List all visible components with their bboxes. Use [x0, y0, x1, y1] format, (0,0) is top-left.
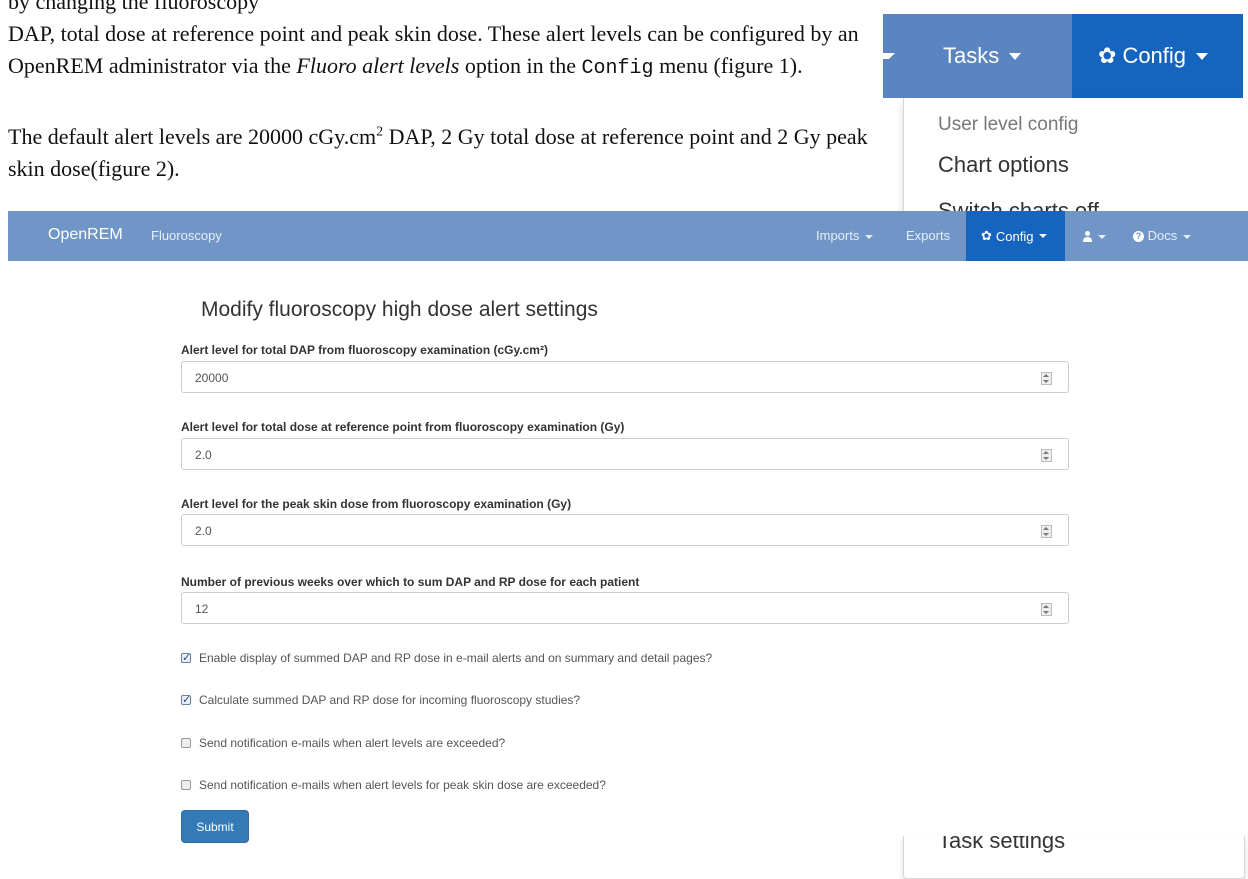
checkbox-label: Send notification e-mails when alert lev… [199, 736, 506, 750]
previous-weeks-input[interactable]: 12 [181, 592, 1069, 624]
caret-down-icon [1196, 52, 1209, 60]
checkbox-label: Enable display of summed DAP and RP dose… [199, 651, 713, 665]
caret-down-icon [865, 234, 874, 239]
caret-down-icon [1098, 234, 1106, 239]
checkbox-row[interactable]: Enable display of summed DAP and RP dose… [181, 650, 712, 666]
paragraph-cutoff-line: by changing the fluoroscopy [8, 0, 260, 14]
field-label-dap: Alert level for total DAP from fluorosco… [181, 343, 548, 357]
field-label-reference-point-dose: Alert level for total dose at reference … [181, 420, 625, 434]
menu-item-task-settings[interactable]: Task settings [938, 836, 1065, 854]
caret-down-icon [883, 53, 895, 59]
nav-imports[interactable]: Imports [816, 228, 874, 243]
dropdown-header: User level config [938, 114, 1079, 135]
menu-item-chart-options[interactable]: Chart options [938, 152, 1069, 178]
navbar: OpenREM Fluoroscopy Imports Exports ✿ Co… [8, 211, 1248, 261]
nav-fluoroscopy[interactable]: Fluoroscopy [151, 228, 222, 243]
send-notification-checkbox[interactable] [181, 738, 191, 748]
caret-down-icon [1183, 234, 1192, 239]
field-label-peak-skin-dose: Alert level for the peak skin dose from … [181, 497, 572, 511]
figure-1-config-menu: Tasks ✿ Config User level config Chart o… [883, 14, 1243, 224]
nav-user[interactable] [1083, 228, 1106, 243]
question-circle-icon: ? [1133, 231, 1144, 243]
figure-1-config-menu-button[interactable]: ✿ Config [1072, 14, 1243, 98]
nav-config[interactable]: ✿ Config [966, 211, 1065, 261]
input-value: 20000 [195, 371, 229, 385]
number-spinner-icon[interactable] [1041, 525, 1052, 538]
config-label: Config [1122, 43, 1187, 68]
brand-link[interactable]: OpenREM [48, 226, 123, 244]
number-spinner-icon[interactable] [1041, 372, 1052, 385]
peak-skin-dose-input[interactable]: 2.0 [181, 514, 1069, 546]
submit-button[interactable]: Submit [181, 810, 249, 843]
user-icon [1083, 231, 1092, 243]
checkbox-row[interactable]: Calculate summed DAP and RP dose for inc… [181, 692, 580, 708]
send-skin-dose-notification-checkbox[interactable] [181, 780, 191, 790]
figure-2-screenshot: OpenREM Fluoroscopy Imports Exports ✿ Co… [8, 211, 1248, 836]
enable-summed-display-checkbox[interactable] [181, 651, 191, 664]
paragraph-default-levels: The default alert levels are 20000 cGy.c… [8, 121, 868, 185]
nav-exports[interactable]: Exports [906, 228, 950, 243]
figure-1-tasks-menu[interactable]: Tasks [883, 14, 1022, 98]
menu-option-name: Fluoro alert levels [296, 53, 460, 78]
number-spinner-icon[interactable] [1041, 449, 1052, 462]
field-label-previous-weeks: Number of previous weeks over which to s… [181, 575, 640, 589]
checkbox-row[interactable]: Send notification e-mails when alert lev… [181, 777, 606, 793]
imports-label: Imports [816, 228, 860, 243]
gear-icon: ✿ [981, 228, 992, 243]
checkbox-row[interactable]: Send notification e-mails when alert lev… [181, 735, 505, 751]
config-label: Config [995, 228, 1034, 244]
paragraph-text: menu (figure 1). [653, 53, 803, 78]
dap-alert-input[interactable]: 20000 [181, 361, 1069, 393]
menu-name-code: Config [581, 57, 654, 80]
nav-docs[interactable]: ? Docs [1133, 228, 1192, 243]
checkbox-label: Send notification e-mails when alert lev… [199, 778, 606, 792]
reference-point-dose-input[interactable]: 2.0 [181, 438, 1069, 470]
paragraph-text: option in the [459, 53, 582, 78]
input-value: 2.0 [195, 524, 212, 538]
gear-icon: ✿ [1098, 43, 1117, 68]
caret-down-icon [1009, 52, 1022, 60]
paragraph-text: The default alert levels are 20000 cGy.c… [8, 124, 377, 149]
config-dropdown-menu-bottom: Task settings [903, 836, 1245, 879]
checkbox-label: Calculate summed DAP and RP dose for inc… [199, 693, 581, 707]
input-value: 12 [195, 602, 209, 616]
docs-label: Docs [1147, 228, 1178, 243]
config-dropdown-menu: User level config Chart options Switch c… [903, 98, 1243, 224]
page-title: Modify fluoroscopy high dose alert setti… [201, 298, 598, 321]
number-spinner-icon[interactable] [1041, 603, 1052, 616]
tasks-label: Tasks [943, 43, 1000, 68]
input-value: 2.0 [195, 448, 212, 462]
paragraph-alert-levels: by changing the fluoroscopy DAP, total d… [8, 0, 868, 85]
calculate-summed-dose-checkbox[interactable] [181, 693, 191, 706]
caret-down-icon [1039, 234, 1048, 238]
field-label-text: Alert level for total DAP from fluorosco… [181, 343, 548, 357]
